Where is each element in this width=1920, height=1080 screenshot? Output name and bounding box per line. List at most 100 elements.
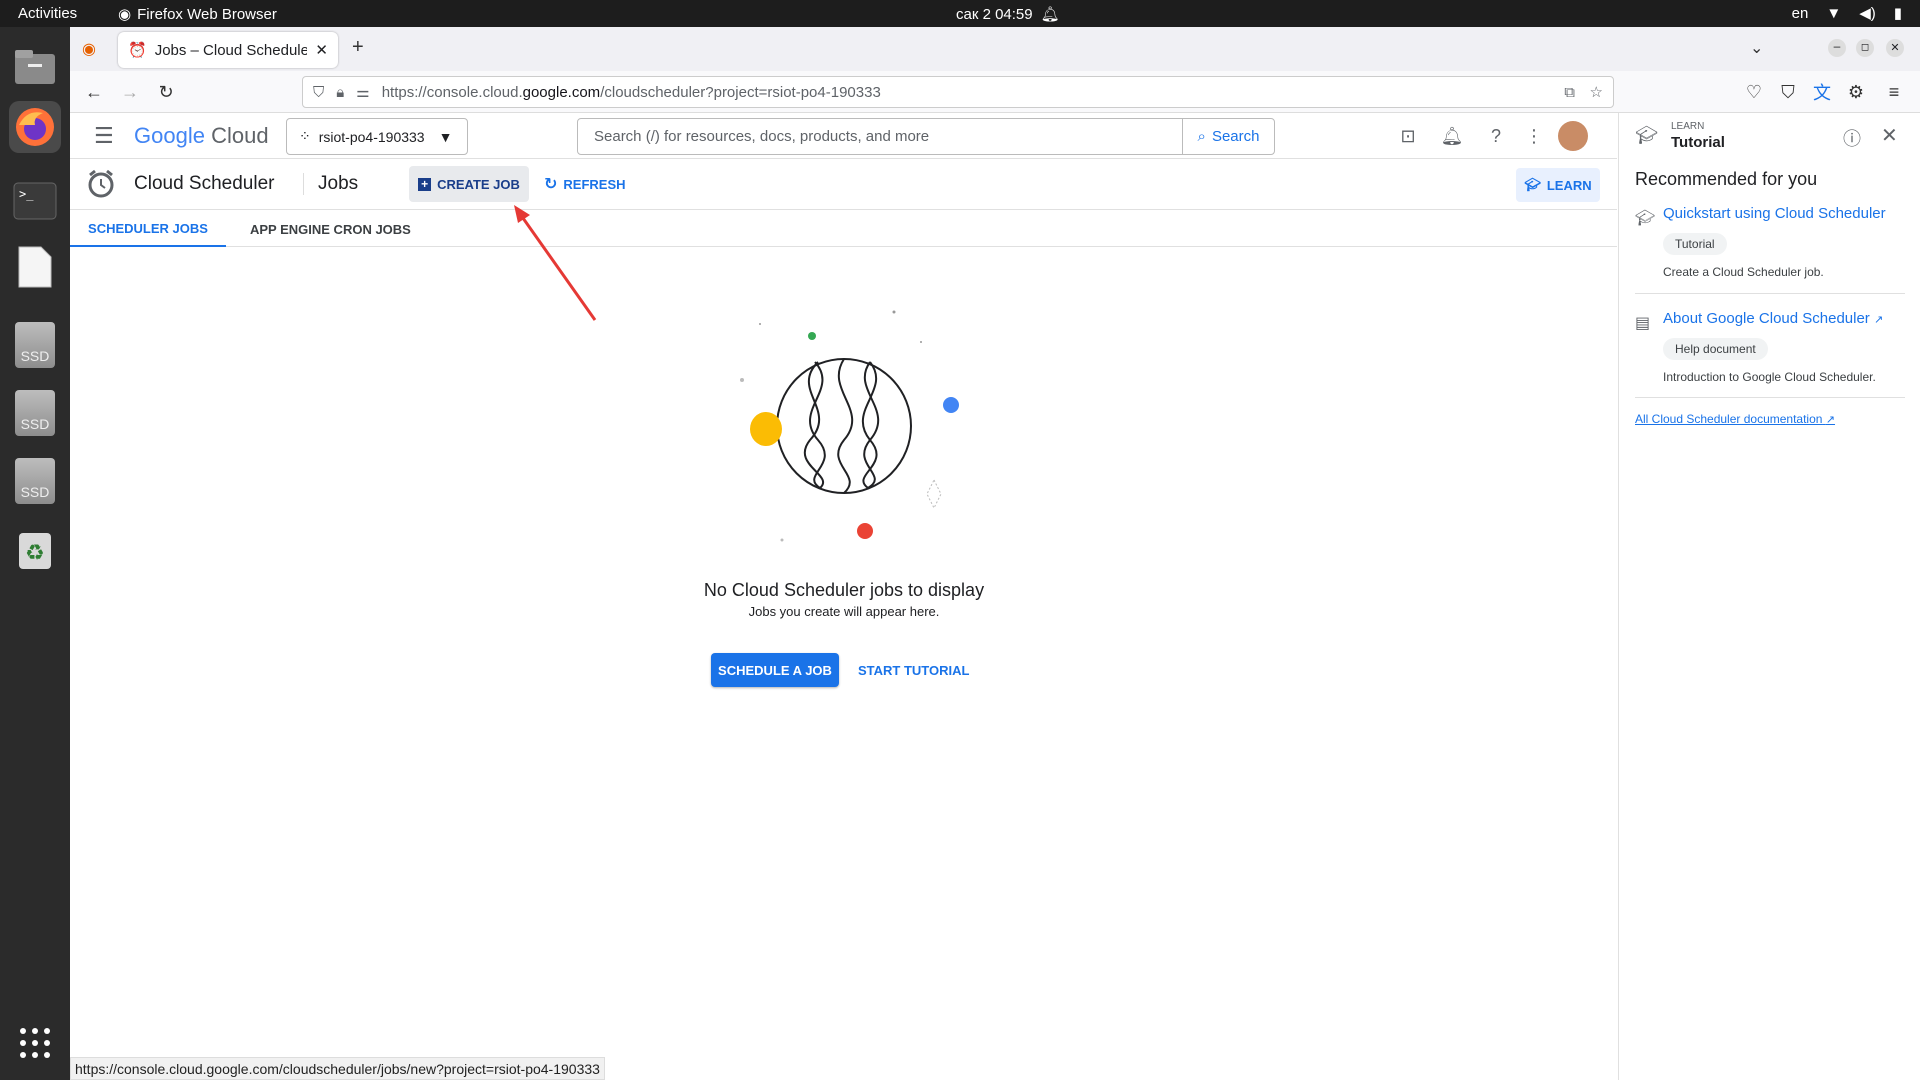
- learn-item-title[interactable]: Quickstart using Cloud Scheduler: [1663, 205, 1886, 222]
- external-link-icon: ↗: [1825, 414, 1836, 426]
- terminal-icon[interactable]: >_: [9, 175, 61, 227]
- wifi-icon: ▼: [1826, 4, 1842, 22]
- school-icon: 🎓︎: [1635, 125, 1658, 145]
- close-window-icon[interactable]: ✕: [1886, 39, 1904, 57]
- empty-state-title: No Cloud Scheduler jobs to display: [703, 580, 985, 600]
- system-top-bar: Activities ◉ Firefox Web Browser сак 2 0…: [0, 0, 1920, 27]
- scheduler-favicon-icon: ⏰: [128, 42, 147, 59]
- search-bar[interactable]: Search (/) for resources, docs, products…: [577, 118, 1275, 155]
- divider: [1635, 293, 1905, 294]
- learn-button[interactable]: 🎓︎ LEARN: [1516, 168, 1600, 202]
- browser-tab[interactable]: ⏰ Jobs – Cloud Scheduler – ✕: [118, 32, 338, 68]
- firefox-small-icon: ◉: [118, 6, 132, 23]
- refresh-icon: ↻: [544, 176, 558, 193]
- dock: >_ SSD SSD SSD ♻: [0, 27, 70, 1080]
- search-input[interactable]: Search (/) for resources, docs, products…: [578, 128, 1182, 145]
- ssd-drive-icon[interactable]: SSD: [9, 319, 61, 371]
- battery-icon: ▮: [1893, 5, 1902, 22]
- back-icon[interactable]: ←: [82, 80, 106, 104]
- schedule-a-job-button[interactable]: SCHEDULE A JOB: [711, 653, 839, 687]
- ssd-drive-icon[interactable]: SSD: [9, 455, 61, 507]
- system-tray[interactable]: en ▼ ◀) ▮: [1792, 4, 1902, 23]
- cloud-shell-icon[interactable]: ⊡: [1395, 123, 1421, 149]
- tab-scheduler-jobs[interactable]: SCHEDULER JOBS: [70, 211, 226, 247]
- all-docs-link[interactable]: All Cloud Scheduler documentation ↗: [1635, 412, 1835, 426]
- url-text: https://console.cloud.google.com/cloudsc…: [381, 83, 881, 101]
- dropdown-arrow-icon: ▼: [438, 128, 453, 145]
- app-name: Firefox Web Browser: [137, 5, 277, 23]
- google-cloud-logo[interactable]: Google Cloud: [134, 123, 269, 149]
- clock-text: сак 2 04:59: [956, 5, 1033, 23]
- new-tab-icon[interactable]: +: [352, 36, 364, 59]
- project-picker[interactable]: ⁘ rsiot-po4-190333 ▼: [286, 118, 468, 155]
- info-icon[interactable]: ⓘ: [1843, 125, 1861, 151]
- bookmark-star-icon[interactable]: ☆: [1590, 83, 1603, 101]
- search-button[interactable]: ⌕ Search: [1182, 119, 1274, 154]
- document-icon: ▤: [1635, 315, 1651, 332]
- language-indicator[interactable]: en: [1792, 5, 1809, 22]
- learn-item-title[interactable]: About Google Cloud Scheduler ↗: [1663, 310, 1883, 327]
- svg-text:♻: ♻: [25, 540, 45, 565]
- learn-item-desc: Introduction to Google Cloud Scheduler.: [1663, 370, 1876, 384]
- minimize-icon[interactable]: –: [1828, 39, 1846, 57]
- clock[interactable]: сак 2 04:59 🔔︎: [956, 5, 1060, 24]
- browser-tab-bar: ◉ ⏰ Jobs – Cloud Scheduler – ✕ + ⌄ – ◻ ✕: [70, 27, 1920, 71]
- help-icon[interactable]: ?: [1483, 123, 1509, 149]
- main-menu-icon[interactable]: ☰: [94, 123, 114, 149]
- tab-list-chevron-icon[interactable]: ⌄: [1750, 38, 1763, 58]
- files-icon[interactable]: [9, 41, 61, 93]
- bell-icon: 🔔︎: [1040, 6, 1060, 23]
- extension-shield-icon[interactable]: ⛉: [1776, 80, 1800, 104]
- search-icon: ⌕: [1197, 128, 1206, 145]
- close-tab-icon[interactable]: ✕: [315, 41, 328, 59]
- learn-panel-header: 🎓︎ LEARN Tutorial ⓘ ✕: [1619, 113, 1920, 159]
- tab-title: Jobs – Cloud Scheduler –: [154, 41, 308, 59]
- link-status-bar: https://console.cloud.google.com/cloudsc…: [70, 1057, 605, 1080]
- text-editor-icon[interactable]: [9, 241, 61, 293]
- project-dots-icon: ⁘: [299, 128, 311, 144]
- school-icon: 🎓︎: [1524, 177, 1541, 192]
- firefox-icon[interactable]: [9, 101, 61, 153]
- learn-item-chip: Tutorial: [1663, 233, 1727, 255]
- learn-kicker: LEARN: [1671, 121, 1705, 132]
- lock-icon: 🔒︎: [336, 83, 345, 101]
- learn-item-desc: Create a Cloud Scheduler job.: [1663, 265, 1824, 279]
- extensions-puzzle-icon[interactable]: ⚙: [1844, 80, 1868, 104]
- more-options-icon[interactable]: ⋮: [1521, 123, 1547, 149]
- divider: [1635, 397, 1905, 398]
- tab-strip: SCHEDULER JOBS APP ENGINE CRON JOBS: [70, 211, 1617, 247]
- tab-app-engine-cron-jobs[interactable]: APP ENGINE CRON JOBS: [250, 211, 411, 247]
- app-menu[interactable]: ◉ Firefox Web Browser: [118, 5, 277, 24]
- forward-icon[interactable]: →: [118, 80, 142, 104]
- browser-nav-bar: ← → ↻ ⛉ 🔒︎ ⚌ https://console.cloud.googl…: [70, 71, 1920, 113]
- learn-panel: 🎓︎ LEARN Tutorial ⓘ ✕ Recommended for yo…: [1618, 113, 1920, 1080]
- product-header: Cloud Scheduler Jobs + CREATE JOB ↻ REFR…: [70, 160, 1617, 210]
- empty-state-subtitle: Jobs you create will appear here.: [748, 604, 940, 619]
- activities-button[interactable]: Activities: [18, 5, 77, 22]
- notifications-bell-icon[interactable]: 🔔︎: [1439, 123, 1465, 149]
- maximize-icon[interactable]: ◻: [1856, 39, 1874, 57]
- start-tutorial-button[interactable]: START TUTORIAL: [858, 653, 969, 687]
- translate-extension-icon[interactable]: 文: [1810, 80, 1834, 104]
- volume-icon: ◀): [1859, 5, 1876, 22]
- show-apps-icon[interactable]: [9, 1017, 61, 1069]
- firefox-view-icon[interactable]: ◉: [82, 39, 96, 59]
- translate-icon[interactable]: ⧉: [1564, 84, 1575, 101]
- gcp-header: ☰ Google Cloud ⁘ rsiot-po4-190333 ▼ Sear…: [70, 113, 1617, 159]
- close-panel-icon[interactable]: ✕: [1881, 123, 1898, 148]
- url-bar[interactable]: ⛉ 🔒︎ ⚌ https://console.cloud.google.com/…: [302, 76, 1614, 108]
- product-title: Cloud Scheduler: [134, 173, 275, 194]
- svg-text:>_: >_: [19, 187, 34, 201]
- reload-icon[interactable]: ↻: [154, 80, 178, 104]
- learn-title: Tutorial: [1671, 134, 1725, 151]
- section-heading: Recommended for you: [1635, 169, 1818, 189]
- annotation-arrow: [514, 205, 597, 321]
- project-name: rsiot-po4-190333: [318, 128, 425, 145]
- trash-icon[interactable]: ♻: [9, 523, 61, 575]
- user-avatar[interactable]: [1558, 121, 1588, 151]
- menu-hamburger-icon[interactable]: ≡: [1882, 80, 1906, 104]
- permissions-icon: ⚌: [356, 84, 370, 101]
- pocket-icon[interactable]: ♡: [1742, 80, 1766, 104]
- ssd-drive-icon[interactable]: SSD: [9, 387, 61, 439]
- learn-item-chip: Help document: [1663, 338, 1768, 360]
